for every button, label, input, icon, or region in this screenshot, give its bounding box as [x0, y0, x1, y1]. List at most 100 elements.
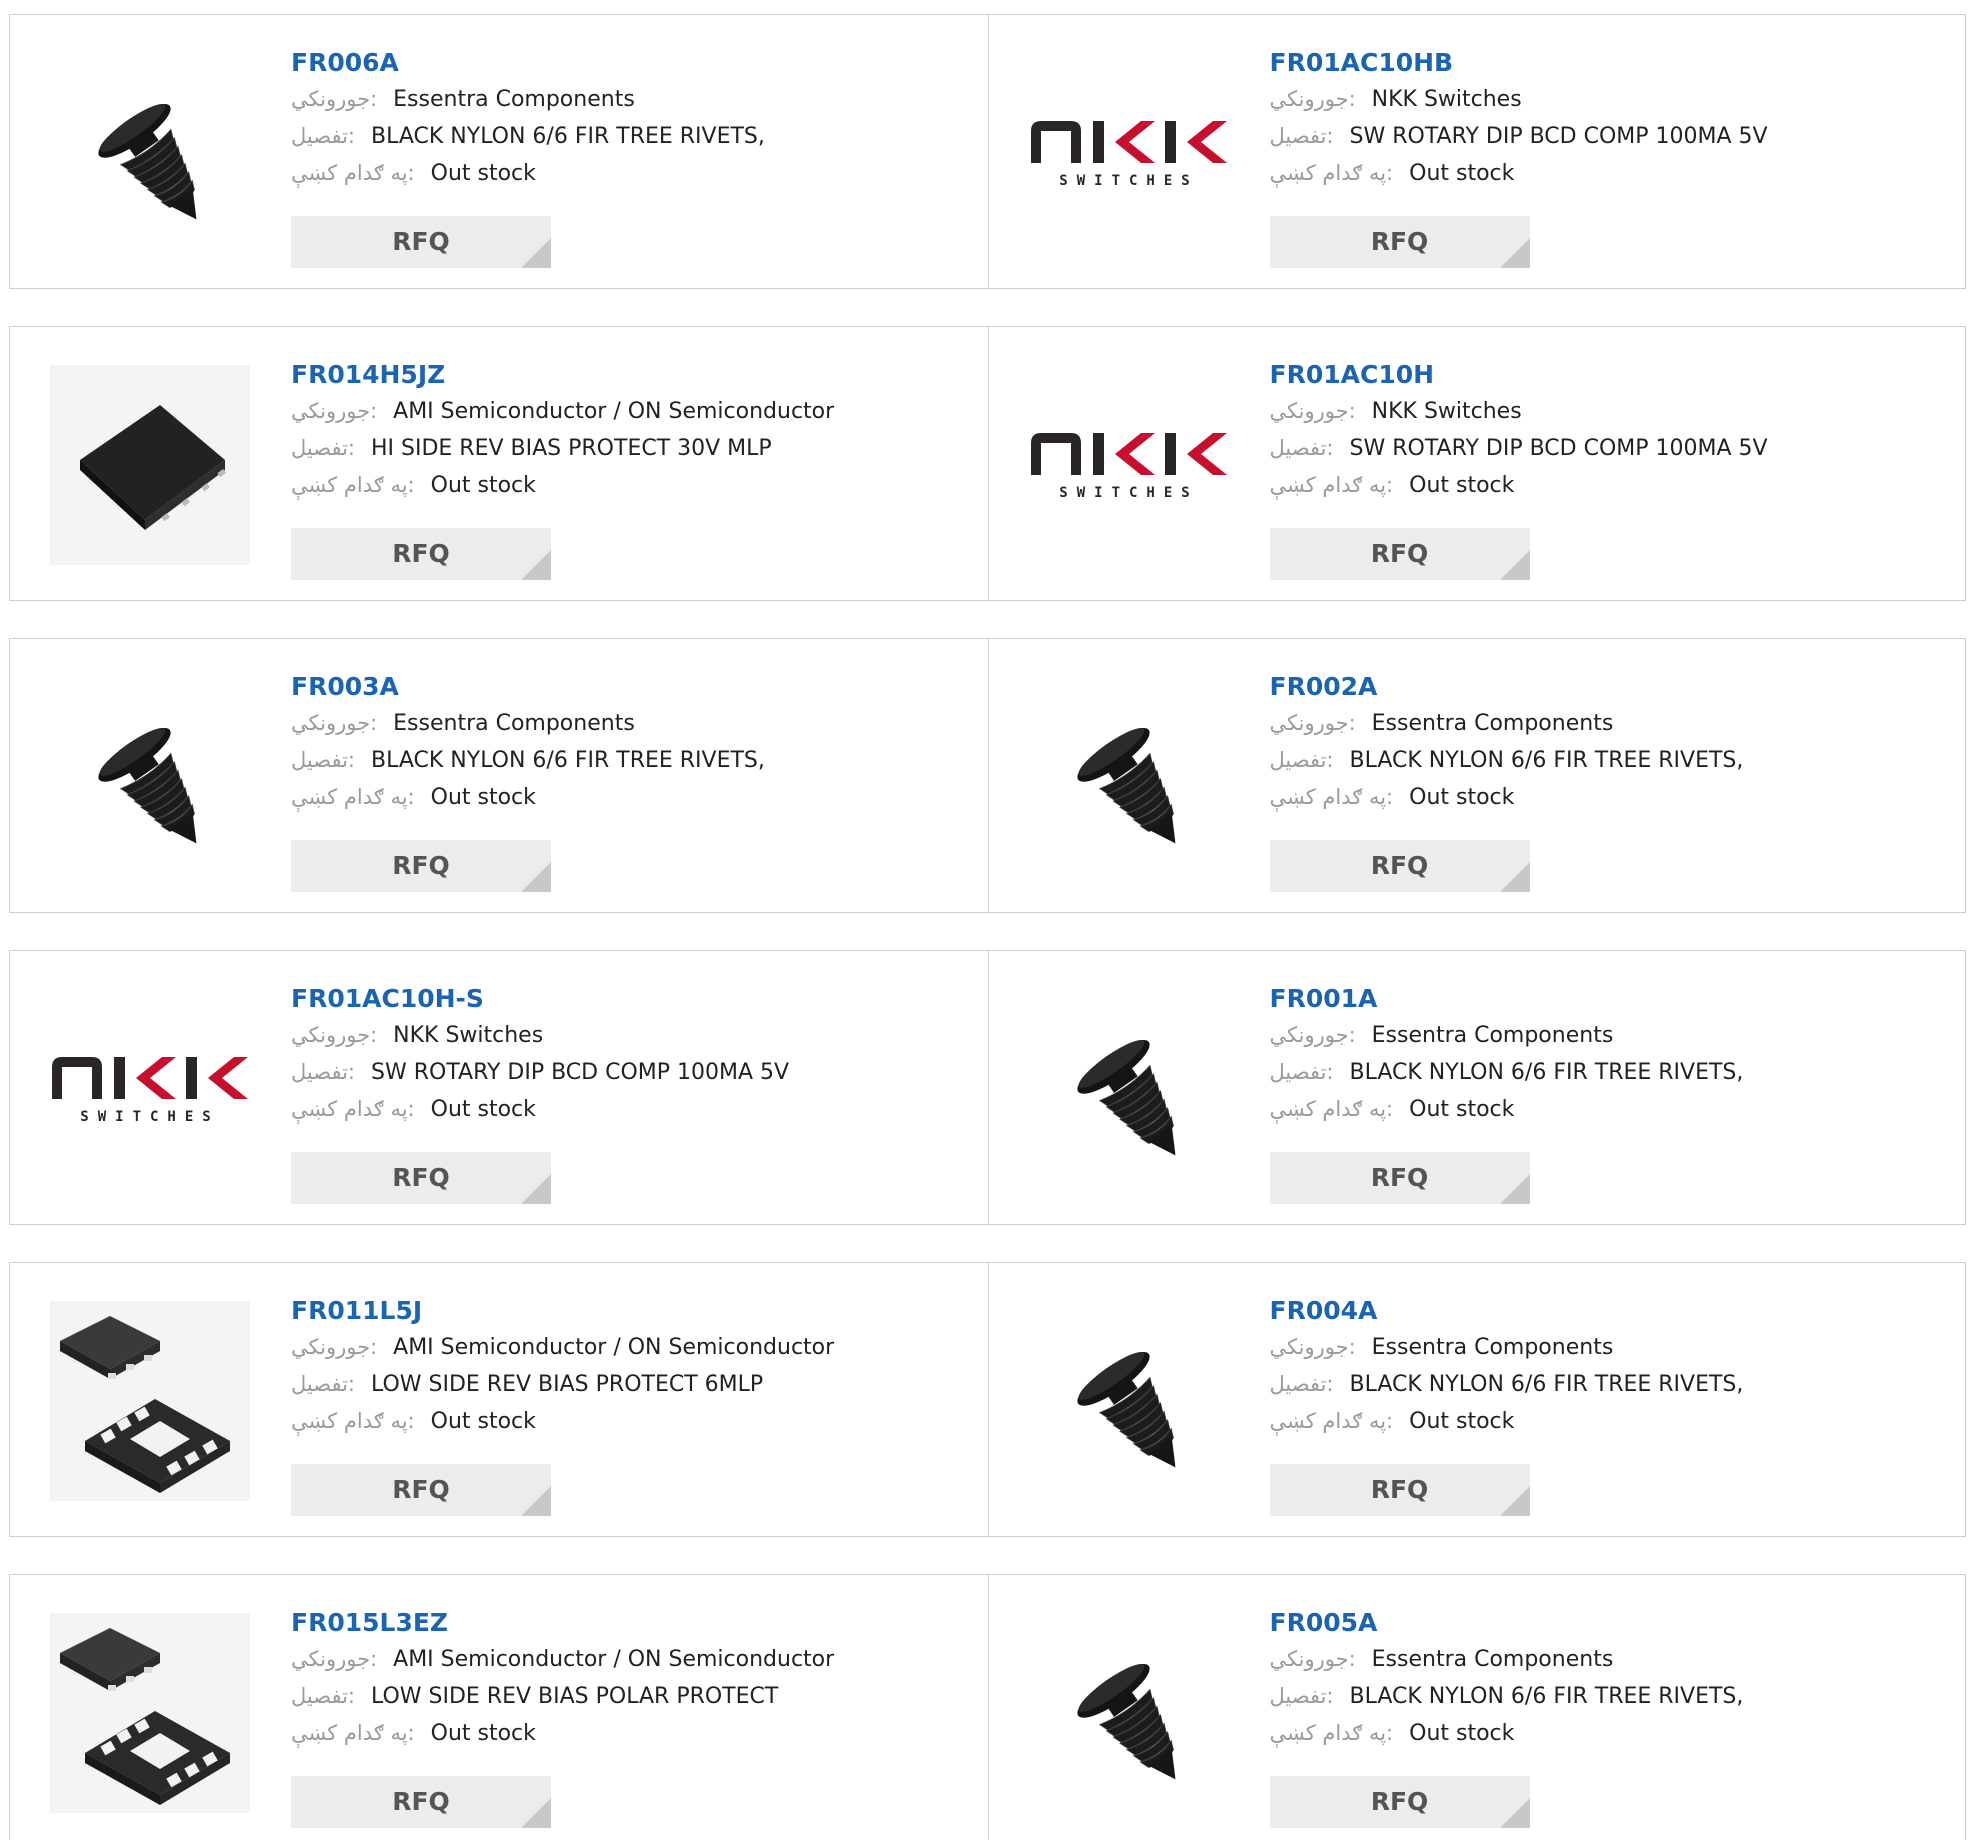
manufacturer-label: جورونکي: [291, 1335, 378, 1359]
part-number-link[interactable]: FR011L5J [291, 1293, 978, 1329]
part-number-link[interactable]: FR01AC10HB [1270, 45, 1956, 81]
rfq-button[interactable]: RFQ [1269, 840, 1530, 892]
stock-value: Out stock [1409, 1409, 1515, 1434]
description-label: تفصيل: [291, 1060, 355, 1084]
stock-value: Out stock [430, 1409, 536, 1434]
description-value: SW ROTARY DIP BCD COMP 100MA 5V [1349, 124, 1768, 149]
stock-value: Out stock [430, 785, 536, 810]
manufacturer-value: Essentra Components [1371, 1647, 1614, 1672]
stock-row: په ګدام کښې: Out stock [291, 1091, 978, 1128]
product-row: FR014H5JZ جورونکي: AMI Semiconductor / O… [9, 326, 1966, 601]
nkk-logo-image[interactable]: SWITCHES [1029, 53, 1229, 253]
stock-label: په ګدام کښې: [1269, 785, 1394, 809]
dfn-package-image[interactable] [50, 1301, 250, 1501]
nkk-logo-image[interactable]: SWITCHES [50, 989, 250, 1189]
mlp-chip-image[interactable] [50, 365, 250, 565]
part-number-link[interactable]: FR002A [1270, 669, 1956, 705]
description-value: HI SIDE REV BIAS PROTECT 30V MLP [371, 436, 772, 461]
fir-tree-rivet-image[interactable] [1029, 989, 1229, 1189]
manufacturer-label: جورونکي: [291, 87, 378, 111]
part-number-link[interactable]: FR005A [1270, 1605, 1956, 1641]
fir-tree-rivet-image[interactable] [50, 53, 250, 253]
part-number-link[interactable]: FR001A [1270, 981, 1956, 1017]
product-info: FR01AC10H-S جورونکي: NKK Switches تفصيل:… [291, 981, 978, 1128]
description-row: تفصيل: SW ROTARY DIP BCD COMP 100MA 5V [1270, 430, 1956, 467]
stock-label: په ګدام کښې: [291, 1409, 415, 1433]
description-label: تفصيل: [1269, 124, 1334, 148]
description-label: تفصيل: [1269, 1372, 1334, 1396]
description-value: BLACK NYLON 6/6 FIR TREE RIVETS, [371, 748, 765, 773]
description-row: تفصيل: BLACK NYLON 6/6 FIR TREE RIVETS, [291, 118, 978, 155]
dfn-package-image[interactable] [50, 1613, 250, 1813]
stock-value: Out stock [1409, 473, 1515, 498]
product-row: FR011L5J جورونکي: AMI Semiconductor / ON… [9, 1262, 1966, 1537]
rfq-button[interactable]: RFQ [291, 216, 551, 268]
rfq-label: RFQ [1370, 851, 1429, 880]
manufacturer-value: AMI Semiconductor / ON Semiconductor [393, 1647, 835, 1672]
product-info: FR01AC10H جورونکي: NKK Switches تفصيل: S… [1270, 357, 1956, 504]
rfq-button[interactable]: RFQ [291, 1776, 551, 1828]
rfq-button[interactable]: RFQ [291, 1464, 551, 1516]
rfq-label: RFQ [1370, 539, 1429, 568]
part-number-link[interactable]: FR003A [291, 669, 978, 705]
stock-label: په ګدام کښې: [1269, 1721, 1394, 1745]
rfq-button[interactable]: RFQ [291, 840, 551, 892]
product-row: FR015L3EZ جورونکي: AMI Semiconductor / O… [9, 1574, 1966, 1840]
fir-tree-rivet-image[interactable] [1029, 1301, 1229, 1501]
rfq-corner-decoration [1499, 550, 1530, 580]
product-card: SWITCHES FR01AC10HB جورونکي: NKK Switche… [987, 15, 1966, 288]
rfq-corner-decoration [1499, 862, 1530, 892]
description-label: تفصيل: [291, 1684, 355, 1708]
product-card: FR004A جورونکي: Essentra Components تفصي… [987, 1263, 1966, 1536]
rfq-corner-decoration [521, 1174, 551, 1204]
stock-row: په ګدام کښې: Out stock [291, 1403, 978, 1440]
product-card: FR011L5J جورونکي: AMI Semiconductor / ON… [10, 1263, 988, 1536]
description-value: BLACK NYLON 6/6 FIR TREE RIVETS, [371, 124, 765, 149]
manufacturer-value: NKK Switches [1371, 399, 1522, 424]
product-info: FR004A جورونکي: Essentra Components تفصي… [1270, 1293, 1956, 1440]
description-row: تفصيل: BLACK NYLON 6/6 FIR TREE RIVETS, [1270, 1678, 1956, 1715]
fir-tree-rivet-image[interactable] [50, 677, 250, 877]
part-number-link[interactable]: FR01AC10H [1270, 357, 1956, 393]
part-number-link[interactable]: FR014H5JZ [291, 357, 978, 393]
rfq-button[interactable]: RFQ [1269, 1776, 1530, 1828]
stock-row: په ګدام کښې: Out stock [1270, 1091, 1956, 1128]
part-number-link[interactable]: FR004A [1270, 1293, 1956, 1329]
manufacturer-row: جورونکي: AMI Semiconductor / ON Semicond… [291, 1641, 978, 1678]
stock-row: په ګدام کښې: Out stock [1270, 467, 1956, 504]
manufacturer-label: جورونکي: [1269, 1335, 1356, 1359]
product-row: FR006A جورونکي: Essentra Components تفصي… [9, 14, 1966, 289]
product-card: FR006A جورونکي: Essentra Components تفصي… [10, 15, 988, 288]
rfq-label: RFQ [1370, 1787, 1429, 1816]
fir-tree-rivet-image[interactable] [1029, 677, 1229, 877]
stock-row: په ګدام کښې: Out stock [1270, 1403, 1956, 1440]
product-info: FR005A جورونکي: Essentra Components تفصي… [1270, 1605, 1956, 1752]
product-info: FR006A جورونکي: Essentra Components تفصي… [291, 45, 978, 192]
stock-label: په ګدام کښې: [1269, 161, 1394, 185]
svg-text:SWITCHES: SWITCHES [80, 1109, 219, 1125]
rfq-button[interactable]: RFQ [291, 528, 551, 580]
stock-label: په ګدام کښې: [291, 1097, 415, 1121]
manufacturer-row: جورونکي: NKK Switches [1270, 81, 1956, 118]
manufacturer-row: جورونکي: Essentra Components [1270, 1329, 1956, 1366]
stock-value: Out stock [430, 1097, 536, 1122]
part-number-link[interactable]: FR01AC10H-S [291, 981, 978, 1017]
fir-tree-rivet-image[interactable] [1029, 1613, 1229, 1813]
svg-text:SWITCHES: SWITCHES [1059, 485, 1198, 501]
manufacturer-label: جورونکي: [291, 1023, 378, 1047]
rfq-button[interactable]: RFQ [1269, 528, 1530, 580]
stock-label: په ګدام کښې: [1269, 473, 1394, 497]
description-label: تفصيل: [291, 748, 355, 772]
part-number-link[interactable]: FR006A [291, 45, 978, 81]
svg-text:SWITCHES: SWITCHES [1059, 173, 1198, 189]
rfq-button[interactable]: RFQ [291, 1152, 551, 1204]
manufacturer-value: Essentra Components [393, 87, 635, 112]
stock-row: په ګدام کښې: Out stock [291, 155, 978, 192]
rfq-button[interactable]: RFQ [1269, 216, 1530, 268]
rfq-button[interactable]: RFQ [1269, 1152, 1530, 1204]
rfq-corner-decoration [1499, 238, 1530, 268]
rfq-button[interactable]: RFQ [1269, 1464, 1530, 1516]
manufacturer-row: جورونکي: Essentra Components [291, 81, 978, 118]
nkk-logo-image[interactable]: SWITCHES [1029, 365, 1229, 565]
part-number-link[interactable]: FR015L3EZ [291, 1605, 978, 1641]
